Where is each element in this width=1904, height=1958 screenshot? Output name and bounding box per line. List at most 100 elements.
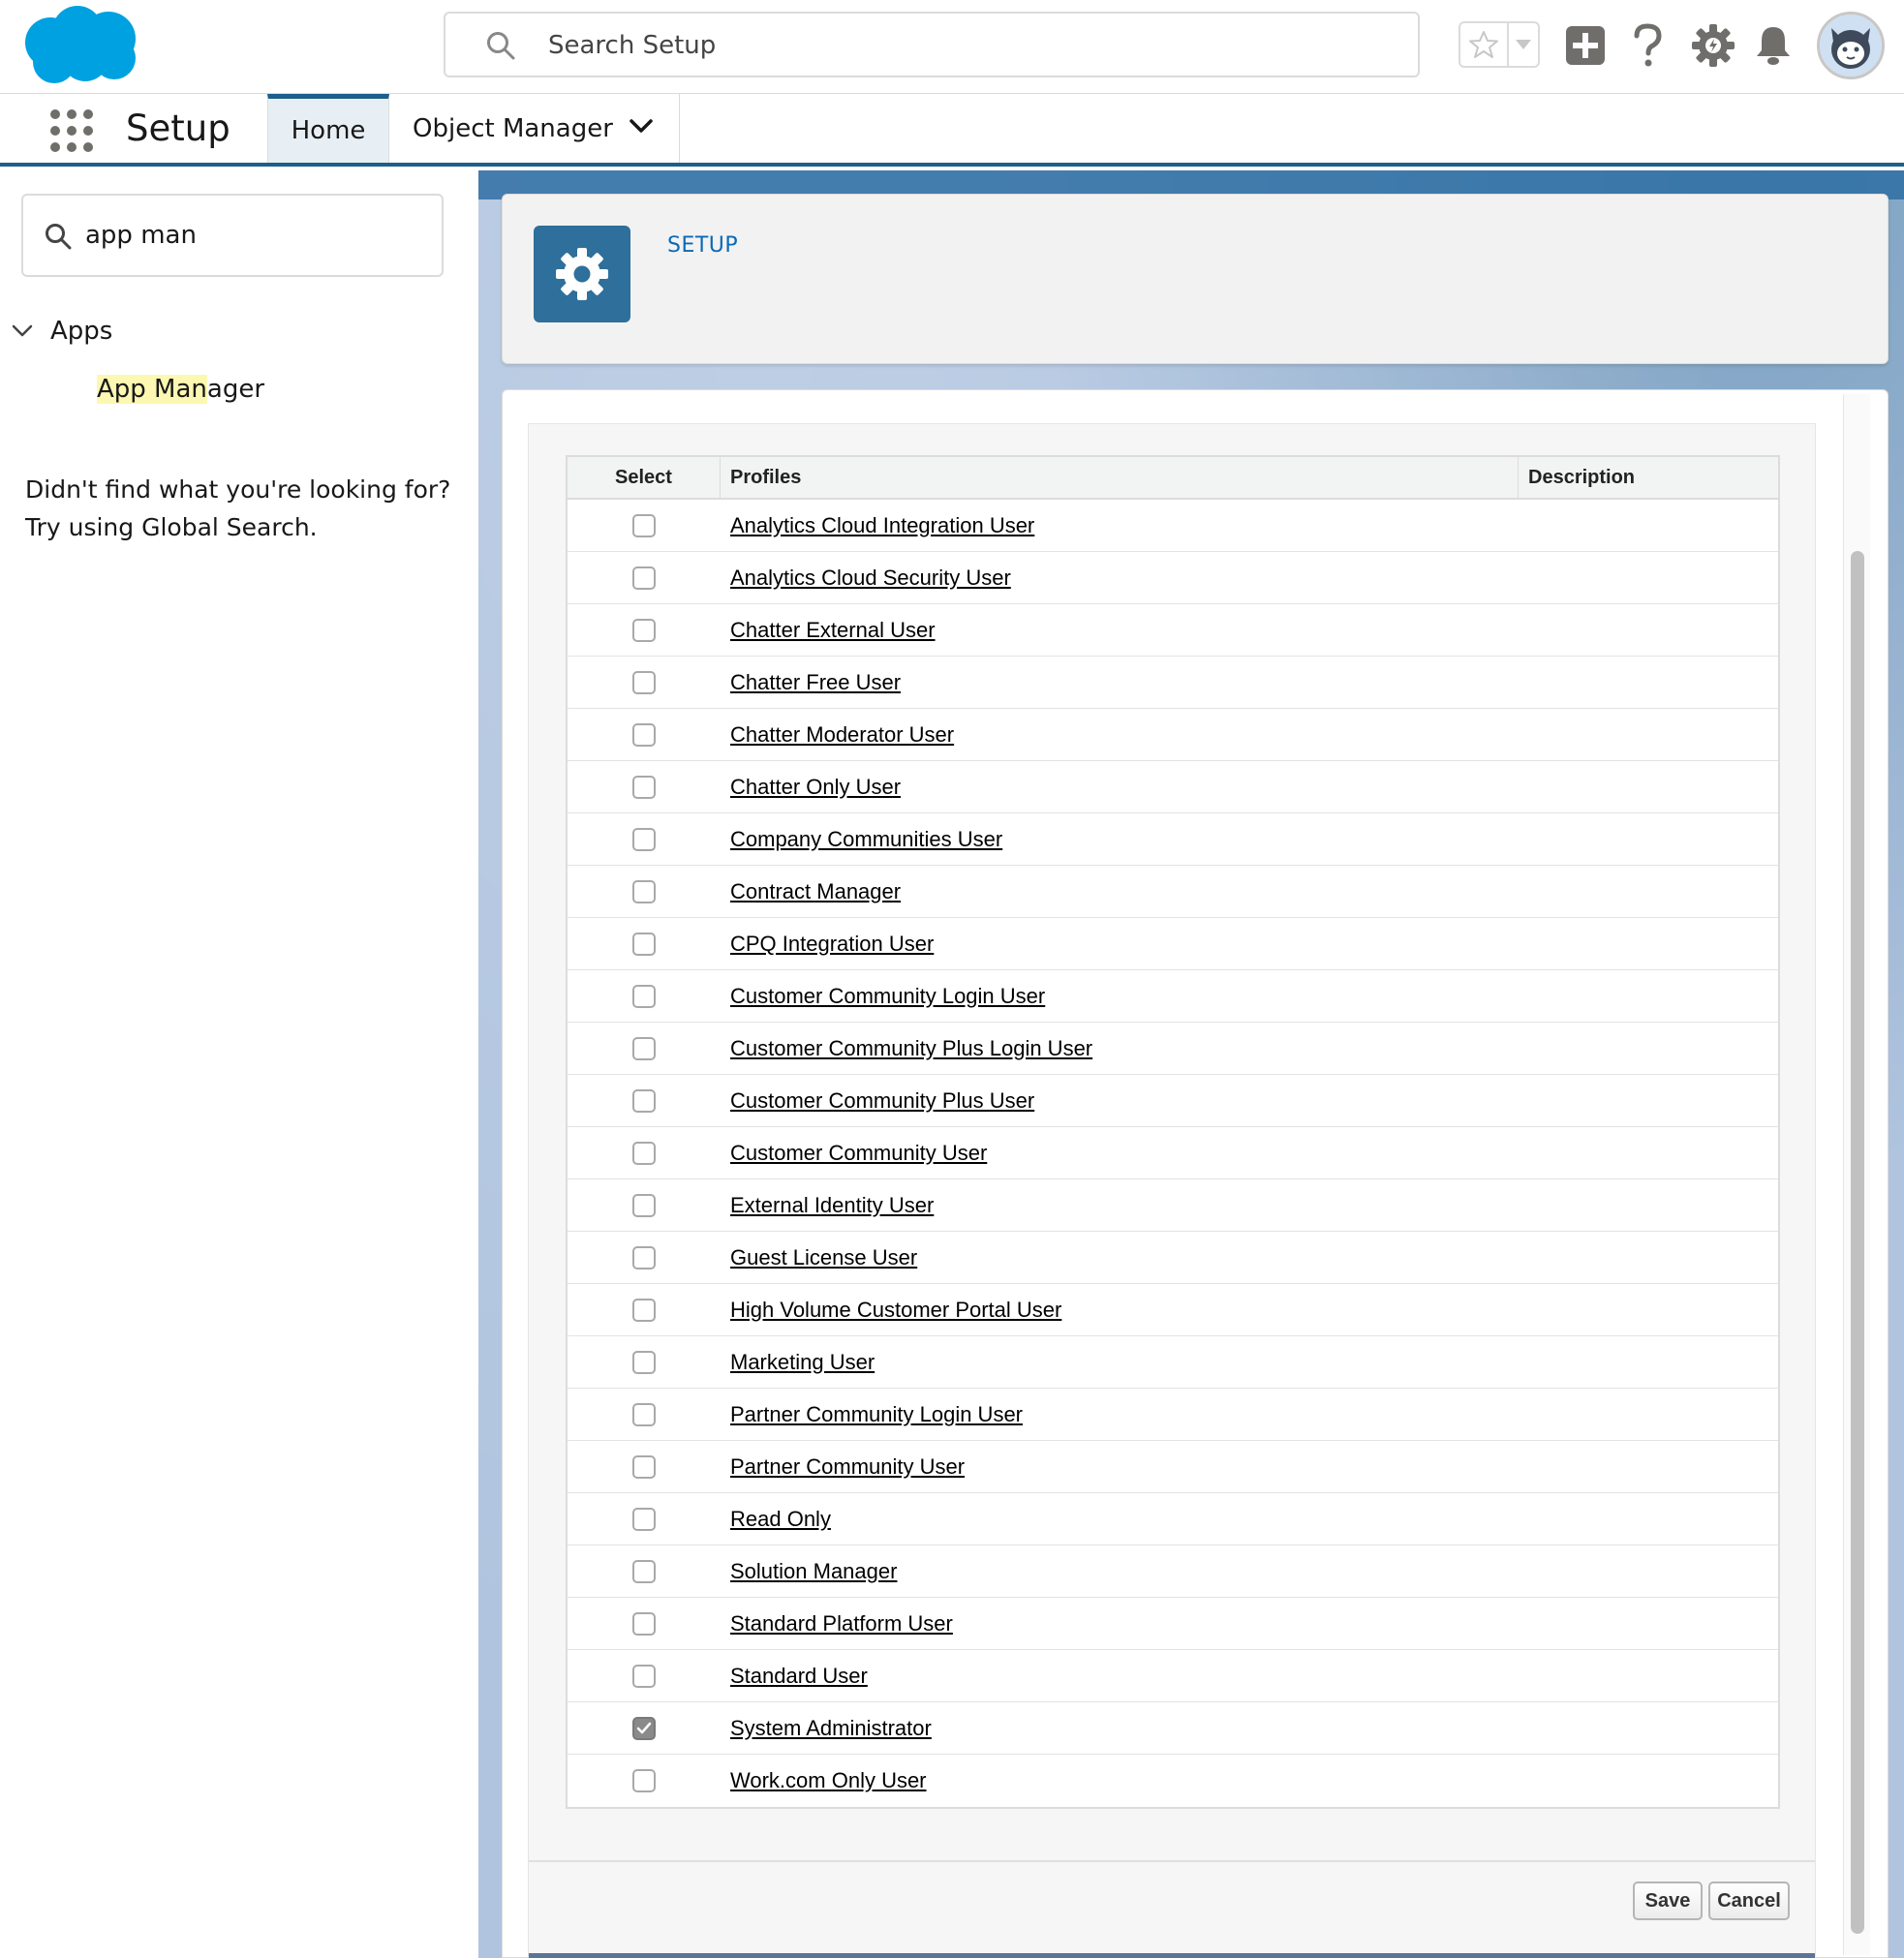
profile-checkbox[interactable]: [632, 1769, 656, 1792]
select-cell: [568, 618, 721, 642]
profile-link[interactable]: Solution Manager: [730, 1559, 897, 1583]
profiles-table: Select Profiles Description Analytics Cl…: [566, 455, 1780, 1809]
favorites-button[interactable]: [1460, 23, 1509, 66]
profile-checkbox[interactable]: [632, 1716, 656, 1740]
profile-link[interactable]: Work.com Only User: [730, 1768, 927, 1792]
profile-checkbox[interactable]: [632, 1193, 656, 1217]
table-row: Read Only: [568, 1493, 1778, 1545]
profile-cell: Standard User: [721, 1664, 1519, 1689]
help-button[interactable]: [1623, 21, 1672, 70]
table-header: Select Profiles Description: [568, 457, 1778, 500]
profile-link[interactable]: Marketing User: [730, 1350, 875, 1374]
profile-link[interactable]: Customer Community User: [730, 1141, 987, 1165]
checkmark-icon: [636, 1722, 652, 1733]
profile-link[interactable]: Customer Community Login User: [730, 984, 1045, 1008]
tree-item-app-manager[interactable]: App Manager: [97, 370, 264, 409]
table-row: Chatter Moderator User: [568, 709, 1778, 761]
profile-cell: Contract Manager: [721, 879, 1519, 904]
setup-icon-tile: [534, 226, 630, 322]
profile-cell: Chatter Free User: [721, 670, 1519, 695]
profile-link[interactable]: Chatter Free User: [730, 670, 901, 694]
select-cell: [568, 984, 721, 1008]
profile-cell: Partner Community User: [721, 1454, 1519, 1480]
salesforce-logo[interactable]: [21, 4, 139, 87]
app-launcher-button[interactable]: [48, 107, 95, 154]
gear-icon: [556, 248, 608, 300]
tree-item-label-rest: ager: [206, 375, 265, 404]
setup-gear-button[interactable]: [1689, 21, 1737, 70]
setup-page-header: SETUP: [502, 194, 1889, 364]
profile-checkbox[interactable]: [632, 1088, 656, 1113]
select-cell: [568, 1664, 721, 1688]
profile-link[interactable]: Company Communities User: [730, 827, 1002, 851]
profile-checkbox[interactable]: [632, 1664, 656, 1688]
profile-checkbox[interactable]: [632, 1611, 656, 1636]
profile-link[interactable]: Analytics Cloud Integration User: [730, 513, 1034, 537]
select-cell: [568, 1350, 721, 1374]
chevron-down-icon[interactable]: [629, 117, 654, 135]
profile-link[interactable]: Chatter External User: [730, 618, 936, 642]
save-button[interactable]: Save: [1633, 1882, 1703, 1920]
profile-checkbox[interactable]: [632, 1245, 656, 1270]
profile-checkbox[interactable]: [632, 827, 656, 851]
profile-checkbox[interactable]: [632, 1454, 656, 1479]
profile-checkbox[interactable]: [632, 1350, 656, 1374]
profile-checkbox[interactable]: [632, 670, 656, 694]
profile-access-panel: Select Profiles Description Analytics Cl…: [528, 423, 1816, 1958]
profile-link[interactable]: Guest License User: [730, 1245, 917, 1270]
profile-checkbox[interactable]: [632, 932, 656, 956]
profile-cell: Solution Manager: [721, 1559, 1519, 1584]
scrollbar-thumb[interactable]: [1851, 551, 1864, 1934]
profile-checkbox[interactable]: [632, 566, 656, 590]
profile-checkbox[interactable]: [632, 513, 656, 537]
profile-checkbox[interactable]: [632, 1559, 656, 1583]
profile-link[interactable]: Customer Community Plus Login User: [730, 1036, 1092, 1060]
profile-link[interactable]: Analytics Cloud Security User: [730, 566, 1011, 590]
profile-checkbox[interactable]: [632, 1507, 656, 1531]
profile-link[interactable]: System Administrator: [730, 1716, 932, 1740]
search-setup-input[interactable]: Search Setup: [444, 12, 1420, 77]
favorites-group: [1459, 21, 1540, 68]
profile-cell: Customer Community User: [721, 1141, 1519, 1166]
tree-section-apps[interactable]: Apps: [12, 312, 112, 351]
profile-cell: Customer Community Plus Login User: [721, 1036, 1519, 1061]
profile-link[interactable]: Partner Community User: [730, 1454, 965, 1479]
notifications-button[interactable]: [1749, 21, 1797, 70]
profile-checkbox[interactable]: [632, 1402, 656, 1426]
profile-link[interactable]: High Volume Customer Portal User: [730, 1298, 1061, 1322]
profile-link[interactable]: External Identity User: [730, 1193, 934, 1217]
profile-checkbox[interactable]: [632, 984, 656, 1008]
profile-link[interactable]: Contract Manager: [730, 879, 901, 903]
profile-cell: Chatter External User: [721, 618, 1519, 643]
cancel-button[interactable]: Cancel: [1708, 1882, 1790, 1920]
profile-link[interactable]: CPQ Integration User: [730, 932, 934, 956]
tab-home[interactable]: Home: [267, 94, 389, 163]
quick-find-input[interactable]: app man: [21, 194, 444, 277]
profile-link[interactable]: Customer Community Plus User: [730, 1088, 1034, 1113]
profile-checkbox[interactable]: [632, 1141, 656, 1165]
profile-checkbox[interactable]: [632, 1298, 656, 1322]
profile-link[interactable]: Chatter Moderator User: [730, 722, 954, 747]
global-actions-button[interactable]: [1561, 21, 1610, 70]
profile-checkbox[interactable]: [632, 879, 656, 903]
select-cell: [568, 1716, 721, 1740]
profile-link[interactable]: Read Only: [730, 1507, 831, 1531]
avatar[interactable]: [1817, 12, 1885, 79]
favorites-list-button[interactable]: [1509, 23, 1538, 66]
user-avatar-icon: [1820, 15, 1882, 76]
profile-link[interactable]: Chatter Only User: [730, 775, 901, 799]
tab-object-manager[interactable]: Object Manager: [389, 94, 680, 163]
chevron-down-icon[interactable]: [12, 324, 33, 338]
content-area: SETUP Select Profiles Description Analyt…: [478, 170, 1904, 1958]
profile-checkbox[interactable]: [632, 1036, 656, 1060]
profile-link[interactable]: Standard Platform User: [730, 1611, 953, 1636]
setup-breadcrumb[interactable]: SETUP: [667, 233, 738, 258]
profile-cell: Read Only: [721, 1507, 1519, 1532]
profile-checkbox[interactable]: [632, 618, 656, 642]
profile-link[interactable]: Standard User: [730, 1664, 868, 1688]
profile-cell: Chatter Only User: [721, 775, 1519, 800]
profile-checkbox[interactable]: [632, 775, 656, 799]
profile-checkbox[interactable]: [632, 722, 656, 747]
profile-cell: System Administrator: [721, 1716, 1519, 1741]
profile-link[interactable]: Partner Community Login User: [730, 1402, 1023, 1426]
